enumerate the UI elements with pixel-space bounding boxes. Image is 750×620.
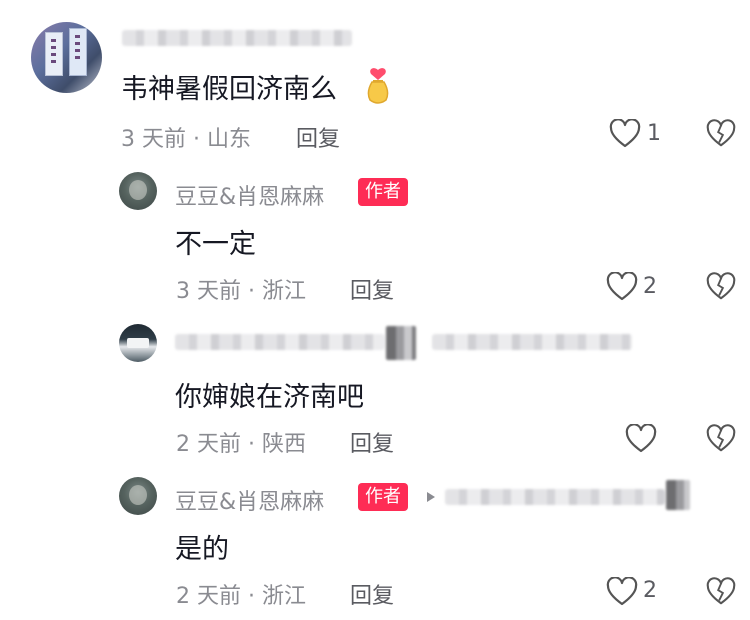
author-avatar[interactable] <box>119 172 157 210</box>
comment-text: 不一定 <box>175 229 256 260</box>
broken-heart-icon[interactable] <box>706 119 736 149</box>
heart-outline-icon[interactable] <box>606 577 638 607</box>
triangle-separator-icon <box>426 491 436 503</box>
heart-outline-icon[interactable] <box>606 272 638 302</box>
comment-meta: 2 天前 · 陕西 <box>176 432 306 457</box>
blurred-emoji <box>386 326 416 360</box>
author-badge: 作者 <box>358 483 408 511</box>
heart-outline-icon[interactable] <box>609 119 641 149</box>
avatar[interactable] <box>119 324 157 362</box>
reply-button[interactable]: 回复 <box>350 426 394 458</box>
broken-heart-icon[interactable] <box>706 272 736 302</box>
author-avatar[interactable] <box>119 477 157 515</box>
heart-outline-icon[interactable] <box>625 424 657 454</box>
comment-text: 韦神暑假回济南么 <box>121 74 337 105</box>
comment-meta: 3 天前 · 山东 <box>121 127 251 152</box>
blurred-reply-target <box>445 489 665 505</box>
blurred-reply-target <box>432 334 632 350</box>
author-badge: 作者 <box>358 178 408 206</box>
broken-heart-icon[interactable] <box>706 577 736 607</box>
comment-meta: 2 天前 · 浙江 <box>176 584 306 609</box>
username[interactable]: 豆豆&肖恩麻麻 <box>175 179 324 211</box>
reply-button[interactable]: 回复 <box>296 121 340 153</box>
blurred-username[interactable] <box>122 30 352 46</box>
like-count: 2 <box>643 578 657 603</box>
username[interactable]: 豆豆&肖恩麻麻 <box>175 484 324 516</box>
comment-meta: 3 天前 · 浙江 <box>176 279 306 304</box>
comment-text: 你婶娘在济南吧 <box>175 382 364 413</box>
like-count: 1 <box>647 121 661 146</box>
comment-text: 是的 <box>175 534 229 565</box>
reply-button[interactable]: 回复 <box>350 273 394 305</box>
blurred-username[interactable] <box>175 334 385 350</box>
like-count: 2 <box>643 274 657 299</box>
avatar[interactable] <box>31 22 102 93</box>
money-bag-emoji <box>362 66 394 106</box>
broken-heart-icon[interactable] <box>706 424 736 454</box>
reply-button[interactable]: 回复 <box>350 578 394 610</box>
blurred-emoji <box>666 480 690 510</box>
